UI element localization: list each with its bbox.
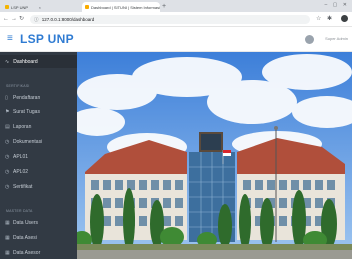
browser-tab-dashboard[interactable]: Dashboard | SITUNI | Sistem Informasi ×	[82, 2, 160, 12]
grid-icon: ▦	[5, 235, 10, 241]
sidebar-item-apl02[interactable]: ◷ APL02	[5, 169, 28, 175]
app-window: LSP UNP × Dashboard | SITUNI | Sistem In…	[0, 0, 352, 259]
forward-icon[interactable]: →	[11, 15, 17, 23]
sidebar-section-label: SERTIFIKASI	[6, 84, 30, 88]
star-icon[interactable]: ☆	[316, 15, 321, 23]
sidebar-item-pendaftaran[interactable]: ▯ Pendaftaran	[5, 95, 40, 101]
sidebar-item-surat-tugas[interactable]: ⚑ Surat Tugas	[5, 109, 40, 115]
sidebar-item-laporan[interactable]: ▤ Laporan	[5, 124, 31, 130]
sidebar-item-label: Laporan	[13, 124, 32, 130]
tab-label: Dashboard | SITUNI | Sistem Informasi	[91, 4, 160, 10]
campus-hero-image	[77, 52, 352, 259]
clock-icon: ◷	[5, 154, 10, 160]
browser-toolbar: ← → ↻ ⓘ 127.0.0.1:8000/dashboard ☆ ✱	[0, 12, 352, 27]
pulse-icon: ∿	[5, 58, 10, 65]
sidebar-item-dokumentasi[interactable]: ◷ Dokumentasi	[5, 139, 42, 145]
sidebar-item-label: Surat Tugas	[13, 109, 40, 115]
document-icon: ▯	[5, 95, 8, 101]
sidebar-item-data-users[interactable]: ▦ Data Users	[5, 220, 38, 226]
grid-icon: ▦	[5, 250, 10, 256]
flag-icon: ⚑	[5, 109, 10, 115]
profile-avatar[interactable]	[341, 15, 348, 22]
clock-icon: ◷	[5, 184, 10, 190]
tab-label: LSP UNP	[11, 4, 29, 10]
sidebar-item-label: Dokumentasi	[13, 139, 43, 145]
address-bar[interactable]: ⓘ 127.0.0.1:8000/dashboard	[30, 15, 310, 24]
sidebar-item-label: Data Asesor	[13, 250, 41, 256]
tab-favicon-icon	[5, 5, 9, 9]
browser-tab-lsp[interactable]: LSP UNP ×	[2, 2, 44, 12]
sidebar-item-label: APL01	[13, 154, 29, 160]
window-controls-icon[interactable]: – ▢ ✕	[325, 2, 349, 8]
sidebar-item-data-asesi[interactable]: ▦ Data Asesi	[5, 235, 37, 241]
browser-tab-strip: LSP UNP × Dashboard | SITUNI | Sistem In…	[0, 0, 352, 12]
hamburger-menu-icon[interactable]: ≡	[7, 33, 13, 45]
sidebar: ∿ Dashboard SERTIFIKASI ▯ Pendaftaran ⚑ …	[0, 52, 77, 259]
brand-logo[interactable]: LSP UNP	[20, 32, 74, 46]
reload-icon[interactable]: ↻	[19, 15, 24, 23]
back-icon[interactable]: ←	[3, 15, 9, 23]
sidebar-item-data-asesor[interactable]: ▦ Data Asesor	[5, 250, 40, 256]
close-tab-icon[interactable]: ×	[39, 5, 41, 10]
user-name[interactable]: Super Admin	[325, 36, 348, 42]
sidebar-item-label: Dashboard	[13, 58, 38, 65]
sidebar-item-label: Data Users	[13, 220, 39, 226]
sidebar-item-sertifikat[interactable]: ◷ Sertifikat	[5, 184, 32, 190]
clock-icon: ◷	[5, 169, 10, 175]
app-header: ≡ LSP UNP Super Admin	[0, 27, 352, 52]
address-text: 127.0.0.1:8000/dashboard	[41, 17, 95, 22]
extensions-icon[interactable]: ✱	[327, 15, 332, 23]
user-avatar[interactable]	[305, 35, 314, 44]
sidebar-item-apl01[interactable]: ◷ APL01	[5, 154, 28, 160]
campus-building-illustration	[77, 52, 352, 259]
new-tab-button[interactable]: +	[162, 2, 166, 11]
grid-icon: ▦	[5, 220, 10, 226]
tab-favicon-icon	[85, 5, 89, 9]
sidebar-item-label: Data Asesi	[13, 235, 37, 241]
sidebar-item-label: Pendaftaran	[13, 95, 41, 101]
sidebar-item-label: APL02	[13, 169, 29, 175]
sidebar-item-dashboard[interactable]: ∿ Dashboard	[0, 55, 77, 68]
sidebar-item-label: Sertifikat	[13, 184, 33, 190]
sidebar-section-label: MASTER DATA	[6, 209, 33, 213]
clipboard-icon: ▤	[5, 124, 10, 130]
clock-icon: ◷	[5, 139, 10, 145]
info-icon: ⓘ	[34, 17, 39, 22]
